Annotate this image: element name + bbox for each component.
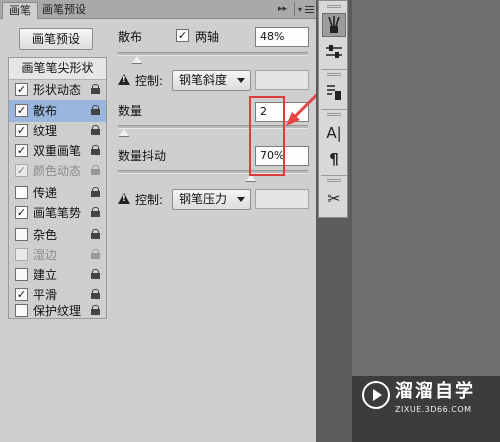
lock-icon[interactable] (91, 305, 100, 315)
lock-icon[interactable] (91, 269, 100, 279)
option-label: 画笔笔势 (33, 206, 82, 220)
brush-tip-shape-item[interactable]: 画笔笔尖形状 (9, 58, 106, 80)
tab-divider (294, 2, 295, 16)
control-label: 控制: (135, 74, 164, 88)
tools-preset-icon[interactable]: ✂ (322, 187, 346, 211)
toolbar-separator (321, 175, 347, 176)
panel-icon-strip: A| ¶ ✂ (318, 0, 348, 218)
lock-icon[interactable] (91, 229, 100, 239)
control-label: 控制: (135, 193, 164, 207)
grip-handle[interactable] (327, 73, 341, 76)
option-label: 传递 (33, 186, 58, 200)
option-label: 湿边 (33, 248, 58, 262)
watermark-logo-icon (362, 381, 390, 409)
option-label: 杂色 (33, 228, 58, 242)
option-label: 散布 (33, 104, 58, 118)
warning-icon (118, 74, 130, 85)
annotation-highlight-box (249, 96, 285, 176)
lock-icon[interactable] (91, 105, 100, 115)
control-value-input (255, 70, 309, 90)
option-wet-edges[interactable]: 湿边 (9, 244, 106, 266)
build-up-checkbox[interactable] (15, 268, 28, 281)
lock-icon[interactable] (91, 249, 100, 259)
lock-icon[interactable] (91, 84, 100, 94)
menu-arrow-icon[interactable]: ▾ (298, 4, 302, 16)
option-build-up[interactable]: 建立 (9, 264, 106, 286)
warning-icon (118, 193, 130, 204)
control-select-value: 钢笔斜度 (179, 73, 228, 87)
chevron-down-icon (237, 197, 245, 202)
grip-handle[interactable] (327, 5, 341, 8)
toolbar-separator (321, 109, 347, 110)
chevron-down-icon (237, 78, 245, 83)
option-scattering[interactable]: ✓ 散布 (9, 100, 106, 122)
scatter-label: 散布 (118, 30, 143, 44)
option-label: 纹理 (33, 124, 58, 138)
noise-checkbox[interactable] (15, 228, 28, 241)
dual-brush-checkbox[interactable]: ✓ (15, 144, 28, 157)
lock-icon[interactable] (91, 187, 100, 197)
option-texture[interactable]: ✓ 纹理 (9, 120, 106, 142)
option-label: 建立 (33, 268, 58, 282)
brush-presets-button[interactable]: 画笔预设 (19, 28, 93, 50)
scatter-slider-thumb[interactable] (132, 56, 142, 64)
option-color-dynamics[interactable]: ✓ 颜色动态 (9, 160, 106, 182)
watermark-name: 溜溜自学 (395, 381, 475, 402)
both-axes-label: 两轴 (195, 30, 220, 44)
collapse-icon[interactable]: ▸▸ (278, 3, 287, 15)
scatter-slider-track[interactable] (118, 52, 308, 56)
count-slider-thumb[interactable] (118, 129, 129, 137)
scatter-value-input[interactable]: 48% (255, 27, 309, 47)
brush-option-list: 画笔笔尖形状 ✓ 形状动态 ✓ 散布 ✓ 纹理 ✓ 双重画笔 ✓ 颜色动态 传递… (8, 57, 107, 319)
character-icon[interactable]: A| (322, 121, 346, 145)
option-label: 双重画笔 (33, 144, 82, 158)
lock-icon[interactable] (91, 289, 100, 299)
brush-icon[interactable] (322, 13, 346, 37)
clone-source-icon[interactable] (322, 81, 346, 105)
control-select-value: 钢笔压力 (179, 192, 228, 206)
texture-checkbox[interactable]: ✓ (15, 124, 28, 137)
transfer-checkbox[interactable] (15, 186, 28, 199)
lock-icon[interactable] (91, 145, 100, 155)
color-dynamics-checkbox[interactable]: ✓ (15, 164, 28, 177)
control-value-input (255, 189, 309, 209)
both-axes-checkbox[interactable]: ✓ (176, 29, 189, 42)
lock-icon[interactable] (91, 125, 100, 135)
lock-icon[interactable] (91, 207, 100, 217)
toolbar-separator (321, 69, 347, 70)
panel-menu-icon[interactable] (305, 6, 314, 13)
option-dual-brush[interactable]: ✓ 双重画笔 (9, 140, 106, 162)
brush-pose-checkbox[interactable]: ✓ (15, 206, 28, 219)
count-jitter-label: 数量抖动 (118, 149, 167, 163)
protect-texture-checkbox[interactable] (15, 304, 28, 317)
option-protect-texture[interactable]: 保护纹理 (9, 300, 106, 322)
option-label: 颜色动态 (33, 164, 82, 178)
grip-handle[interactable] (327, 179, 341, 182)
lock-icon[interactable] (91, 165, 100, 175)
shape-dynamics-checkbox[interactable]: ✓ (15, 83, 28, 96)
option-transfer[interactable]: 传递 (9, 182, 106, 204)
tab-brush[interactable]: 画笔 (2, 2, 38, 19)
tab-brush-presets[interactable]: 画笔预设 (36, 2, 92, 19)
option-shape-dynamics[interactable]: ✓ 形状动态 (9, 79, 106, 101)
count-label: 数量 (118, 104, 143, 118)
option-noise[interactable]: 杂色 (9, 224, 106, 246)
scattering-checkbox[interactable]: ✓ (15, 104, 28, 117)
option-label: 保护纹理 (33, 304, 82, 318)
grip-handle[interactable] (327, 113, 341, 116)
option-brush-pose[interactable]: ✓ 画笔笔势 (9, 202, 106, 224)
control-select-tilt[interactable]: 钢笔斜度 (172, 70, 251, 91)
option-label: 形状动态 (33, 83, 82, 97)
watermark-url: ZIXUE.3D66.COM (395, 405, 472, 414)
wet-edges-checkbox[interactable] (15, 248, 28, 261)
annotation-arrowhead (286, 112, 300, 126)
paragraph-icon[interactable]: ¶ (322, 147, 346, 171)
sliders-icon[interactable] (322, 41, 346, 65)
control-select-pressure[interactable]: 钢笔压力 (172, 189, 251, 210)
